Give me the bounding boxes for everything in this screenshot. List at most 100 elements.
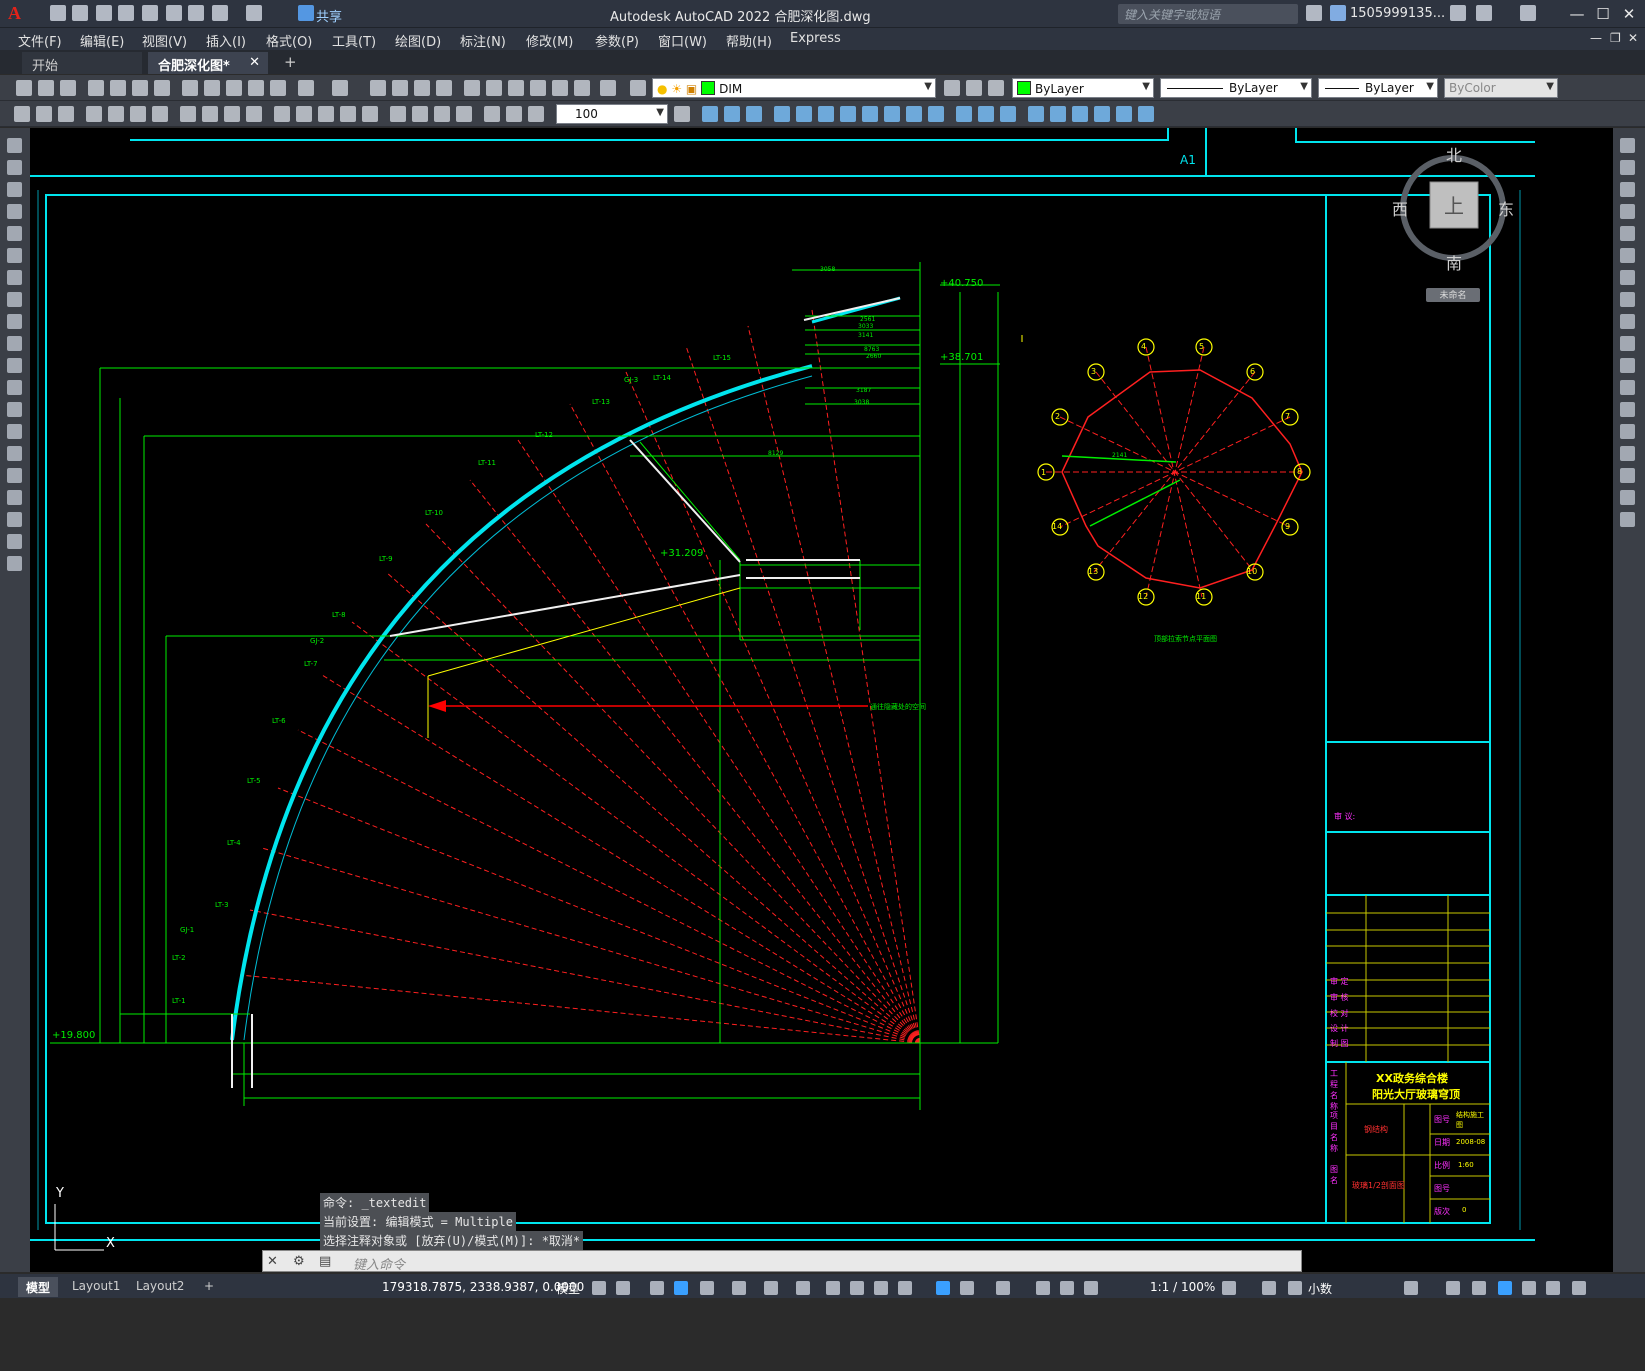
center-mark-icon[interactable] <box>412 106 428 122</box>
erase-icon[interactable] <box>1620 138 1635 153</box>
move-faces-icon[interactable] <box>796 106 812 122</box>
grid-icon[interactable] <box>592 1281 606 1295</box>
blend-curves-icon[interactable] <box>1620 490 1635 505</box>
layer-dropdown[interactable]: ● ☀ ▣ DIM ▼ <box>652 78 936 98</box>
fullscreen-icon[interactable] <box>1546 1281 1560 1295</box>
check-icon[interactable] <box>1050 106 1066 122</box>
fillet-edges-icon[interactable] <box>1138 106 1154 122</box>
lock-ui-icon[interactable] <box>1446 1281 1460 1295</box>
pan-icon[interactable] <box>370 80 386 96</box>
close-button[interactable]: ✕ <box>1612 2 1645 26</box>
dim-break-icon[interactable] <box>362 106 378 122</box>
dim-edit-icon[interactable] <box>484 106 500 122</box>
ellipse-arc-icon[interactable] <box>7 358 22 373</box>
insert-icon[interactable] <box>7 380 22 395</box>
ordinate-dim-icon[interactable] <box>152 106 168 122</box>
offset-faces-icon[interactable] <box>818 106 834 122</box>
linear-dim-icon[interactable] <box>86 106 102 122</box>
menu-tools[interactable]: 工具(T) <box>332 31 376 50</box>
make-current-icon[interactable] <box>944 80 960 96</box>
dim-space-icon[interactable] <box>340 106 356 122</box>
rotate-icon[interactable] <box>1620 270 1635 285</box>
chamfer-icon[interactable] <box>1620 446 1635 461</box>
taper-faces-icon[interactable] <box>884 106 900 122</box>
menu-draw[interactable]: 绘图(D) <box>395 31 441 50</box>
rotate-faces-icon[interactable] <box>862 106 878 122</box>
baseline-dim-icon[interactable] <box>296 106 312 122</box>
zoom-realtime-icon[interactable] <box>392 80 408 96</box>
tab-start[interactable]: 开始 <box>22 52 142 74</box>
user-account[interactable]: 1505999135... <box>1350 6 1445 21</box>
annotation-visibility-icon[interactable] <box>1036 1281 1050 1295</box>
shell-icon[interactable] <box>1028 106 1044 122</box>
3d-osnap-icon[interactable] <box>898 1281 912 1295</box>
tab-layout2[interactable]: Layout2 <box>128 1277 192 1297</box>
annotation-monitor-icon[interactable] <box>1262 1281 1276 1295</box>
workspace-icon[interactable] <box>1222 1281 1236 1295</box>
viewcube-north[interactable]: 北 <box>1446 142 1462 166</box>
viewcube-west[interactable]: 西 <box>1392 196 1408 220</box>
union-icon[interactable] <box>702 106 718 122</box>
close-command-icon[interactable]: ✕ <box>267 1254 278 1269</box>
quick-properties-icon[interactable] <box>1404 1281 1418 1295</box>
help-tool-icon[interactable] <box>600 80 616 96</box>
explode-icon[interactable] <box>1620 512 1635 527</box>
viewcube-east[interactable]: 东 <box>1498 196 1514 220</box>
array-icon[interactable] <box>1620 226 1635 241</box>
publish-icon[interactable] <box>132 80 148 96</box>
tab-drawing[interactable]: 合肥深化图* ✕ <box>148 52 268 74</box>
transparency-icon[interactable] <box>850 1281 864 1295</box>
object-snap-icon[interactable] <box>796 1281 810 1295</box>
menu-edit[interactable]: 编辑(E) <box>80 31 124 50</box>
command-line[interactable]: ✕ ⚙ ▤ 键入命令 <box>262 1250 1302 1273</box>
3d-print-icon[interactable] <box>154 80 170 96</box>
color-dropdown[interactable]: ByLayer ▼ <box>1012 78 1154 98</box>
plot-icon[interactable] <box>188 5 204 21</box>
infer-constraints-icon[interactable] <box>650 1281 664 1295</box>
layer-previous-icon[interactable] <box>966 80 982 96</box>
customize-icon[interactable]: ⚙ <box>293 1254 305 1269</box>
save-web-icon[interactable] <box>166 5 182 21</box>
selection-cycling-icon[interactable] <box>874 1281 888 1295</box>
isolate-objects-icon[interactable] <box>1472 1281 1486 1295</box>
break-icon[interactable] <box>1620 402 1635 417</box>
undo-tool-icon[interactable] <box>298 80 314 96</box>
markup-icon[interactable] <box>552 80 568 96</box>
zoom-window-icon[interactable] <box>414 80 430 96</box>
user-icon[interactable] <box>1330 5 1346 21</box>
share-button[interactable]: 共享 <box>316 6 342 25</box>
dim-text-edit-icon[interactable] <box>506 106 522 122</box>
preview-icon[interactable] <box>110 80 126 96</box>
menu-insert[interactable]: 插入(I) <box>206 31 246 50</box>
match-prop-icon[interactable] <box>248 80 264 96</box>
copy-faces-icon[interactable] <box>906 106 922 122</box>
polygon-icon[interactable] <box>7 204 22 219</box>
save-icon[interactable] <box>96 5 112 21</box>
properties-icon[interactable] <box>464 80 480 96</box>
ortho-icon[interactable] <box>674 1281 688 1295</box>
design-center-icon[interactable] <box>486 80 502 96</box>
dim-update-icon[interactable] <box>528 106 544 122</box>
dynamic-ucs-icon[interactable] <box>936 1281 950 1295</box>
arc-icon[interactable] <box>7 248 22 263</box>
open-web-icon[interactable] <box>142 5 158 21</box>
imprint-icon[interactable] <box>956 106 972 122</box>
clean-screen-icon[interactable] <box>1522 1281 1536 1295</box>
help-icon[interactable] <box>1520 5 1536 21</box>
block-editor-icon[interactable] <box>270 80 286 96</box>
paste-icon[interactable] <box>226 80 242 96</box>
ucs-menu[interactable]: 未命名 <box>1426 288 1480 302</box>
doc-minimize-icon[interactable]: — <box>1590 31 1602 45</box>
tab-layout1[interactable]: Layout1 <box>64 1277 128 1297</box>
zoom-previous-icon[interactable] <box>436 80 452 96</box>
point-icon[interactable] <box>7 424 22 439</box>
doc-close-icon[interactable]: ✕ <box>1628 31 1638 45</box>
copy-edges-icon[interactable] <box>1094 106 1110 122</box>
subtract-icon[interactable] <box>724 106 740 122</box>
mtext-icon[interactable] <box>7 534 22 549</box>
units-dropdown[interactable]: 小数 <box>1308 1280 1332 1297</box>
hatch-icon[interactable] <box>7 446 22 461</box>
snap-icon[interactable] <box>616 1281 630 1295</box>
print-icon[interactable] <box>88 80 104 96</box>
linetype-dropdown[interactable]: ByLayer ▼ <box>1160 78 1312 98</box>
